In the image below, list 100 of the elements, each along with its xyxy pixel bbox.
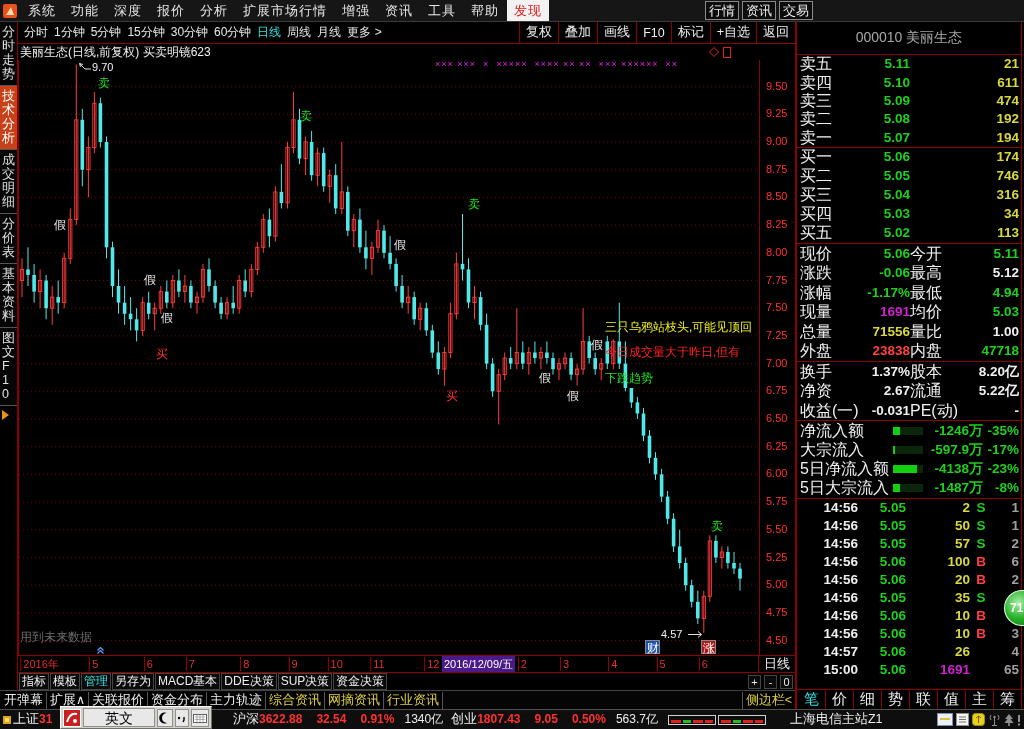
ime-mode-button[interactable]: 英文 bbox=[83, 708, 155, 727]
side-tab[interactable]: 分价表 bbox=[0, 214, 17, 264]
date-axis-label: 6 bbox=[698, 657, 709, 671]
frame-icon[interactable] bbox=[723, 46, 731, 58]
indicator-tab[interactable]: 模板 bbox=[50, 673, 80, 690]
quote-label: 量比 bbox=[910, 322, 943, 341]
order-price: 5.06 bbox=[882, 149, 910, 166]
side-tab[interactable]: 技术分析 bbox=[0, 86, 17, 150]
trade-volume: 26 bbox=[953, 644, 970, 661]
up-arrow-icon[interactable] bbox=[972, 713, 985, 726]
period-tab[interactable]: 月线 bbox=[314, 22, 345, 43]
period-tab[interactable]: 更多 > bbox=[344, 22, 385, 43]
date-axis-label: 5 bbox=[89, 657, 100, 671]
period-tab[interactable]: 60分钟 bbox=[211, 22, 255, 43]
breadth-bar-icon bbox=[717, 714, 766, 725]
zoom-button[interactable]: + bbox=[748, 674, 761, 689]
ime-logo-icon[interactable] bbox=[63, 708, 81, 727]
keyboard-icon[interactable] bbox=[191, 708, 209, 727]
quote-label: 外盘 bbox=[800, 342, 833, 361]
index-value: 3622.88 bbox=[259, 712, 303, 726]
zoom-button[interactable]: 0 bbox=[780, 674, 793, 689]
list-icon[interactable] bbox=[956, 713, 969, 726]
moon-icon[interactable] bbox=[157, 708, 173, 727]
trade-side: B bbox=[975, 626, 987, 643]
candlestick bbox=[726, 545, 730, 570]
price-axis-label: 4.75 bbox=[766, 605, 788, 619]
antenna-icon[interactable] bbox=[988, 713, 1001, 726]
candlestick bbox=[219, 296, 223, 320]
toolbar-button[interactable]: 行情 bbox=[705, 1, 739, 20]
order-volume: 611 bbox=[996, 74, 1019, 91]
detail-tab[interactable]: 笔 bbox=[797, 690, 825, 709]
signal-label: 假 bbox=[161, 311, 173, 325]
menu-item[interactable]: 功能 bbox=[64, 0, 106, 21]
price-axis-label: 8.50 bbox=[766, 190, 788, 204]
trade-count: 1 bbox=[1010, 500, 1019, 517]
window-icon[interactable] bbox=[937, 713, 953, 726]
quote-label: 换手 bbox=[800, 362, 833, 381]
indicator-tab[interactable]: DDE决策 bbox=[221, 673, 277, 690]
period-tab[interactable]: 周线 bbox=[284, 22, 315, 43]
menu-item[interactable]: 深度 bbox=[107, 0, 149, 21]
app-logo-icon bbox=[3, 3, 17, 18]
flow-amount: -597.9万 bbox=[929, 441, 983, 458]
tree-icon[interactable] bbox=[1004, 713, 1014, 726]
punctuation-icon[interactable] bbox=[175, 708, 189, 727]
toolbar-button[interactable]: 主力轨迹 bbox=[207, 691, 267, 709]
toolbar-button[interactable]: 资讯 bbox=[742, 1, 776, 20]
period-tab[interactable]: 日线 bbox=[254, 22, 285, 43]
menu-item[interactable]: 扩展市场行情 bbox=[236, 0, 334, 21]
trade-volume: 20 bbox=[953, 572, 970, 589]
price-axis-label: 9.25 bbox=[766, 107, 788, 121]
menu-item[interactable]: 帮助 bbox=[464, 0, 506, 21]
side-tab[interactable]: 图文F10 bbox=[0, 328, 17, 406]
indicator-tab[interactable]: 资金决策 bbox=[333, 673, 388, 690]
menu-item[interactable]: 工具 bbox=[421, 0, 463, 21]
toolbar-button[interactable]: 综合资讯 bbox=[266, 691, 326, 709]
indicator-tab[interactable]: 管理 bbox=[81, 673, 111, 690]
toolbar-button[interactable]: 扩展∧ bbox=[47, 691, 90, 709]
menu-item[interactable]: 报价 bbox=[150, 0, 192, 21]
period-tab[interactable]: 分时 bbox=[21, 22, 51, 43]
period-tab[interactable]: 15分钟 bbox=[124, 22, 168, 43]
order-level-label: 卖三 bbox=[800, 91, 833, 110]
news-badge[interactable]: 财 bbox=[645, 640, 660, 654]
collapse-arrow-icon[interactable] bbox=[2, 410, 9, 420]
trade-volume: 10 bbox=[953, 608, 970, 625]
quote-label: 今开 bbox=[910, 244, 943, 263]
quote-value: 2.67 bbox=[882, 383, 910, 400]
toolbar-button[interactable]: 交易 bbox=[779, 1, 813, 20]
trade-time: 14:56 bbox=[822, 626, 858, 643]
indicator-tab[interactable]: MACD基本 bbox=[155, 673, 221, 690]
price-axis-label: 8.75 bbox=[766, 162, 788, 176]
leader-arrow-icon bbox=[79, 63, 91, 72]
cursor-date-label: 2016/12/09/五 bbox=[442, 656, 516, 672]
tile-icon[interactable] bbox=[3, 715, 11, 724]
price-low-label: 4.57 bbox=[661, 627, 683, 641]
menu-item[interactable]: 增强 bbox=[335, 0, 377, 21]
double-caret-icon bbox=[97, 647, 104, 654]
sidebar-toggle-button[interactable]: 侧边栏< bbox=[741, 691, 795, 709]
candlestick bbox=[593, 352, 597, 376]
period-tab[interactable]: 5分钟 bbox=[87, 22, 125, 43]
period-tab[interactable]: 1分钟 bbox=[51, 22, 88, 43]
toolbar-button[interactable]: 网摘资讯 bbox=[325, 691, 385, 709]
menu-item[interactable]: 资讯 bbox=[378, 0, 420, 21]
news-badge[interactable]: 涨 bbox=[701, 640, 716, 654]
index-name: 沪深 bbox=[233, 711, 259, 728]
zoom-button[interactable]: - bbox=[764, 674, 777, 689]
indicator-tab[interactable]: 指标 bbox=[19, 673, 49, 690]
menu-item[interactable]: 发现 bbox=[507, 0, 549, 21]
toolbar-button[interactable]: 开弹幕 bbox=[1, 691, 47, 709]
side-tab[interactable]: 基本资料 bbox=[0, 264, 17, 328]
side-tab[interactable]: 分时走势 bbox=[0, 22, 17, 86]
order-level-label: 卖二 bbox=[800, 110, 833, 129]
exclamation-icon[interactable] bbox=[1017, 713, 1021, 726]
menu-item[interactable]: 系统 bbox=[21, 0, 63, 21]
side-tab[interactable]: 成交明细 bbox=[0, 150, 17, 214]
indicator-tab[interactable]: SUP决策 bbox=[277, 673, 333, 690]
toolbar-button[interactable]: 行业资讯 bbox=[384, 691, 444, 709]
menu-item[interactable]: 分析 bbox=[193, 0, 235, 21]
period-tab[interactable]: 30分钟 bbox=[167, 22, 212, 43]
candlestick bbox=[358, 208, 362, 254]
indicator-tab[interactable]: 另存为 bbox=[112, 673, 154, 690]
